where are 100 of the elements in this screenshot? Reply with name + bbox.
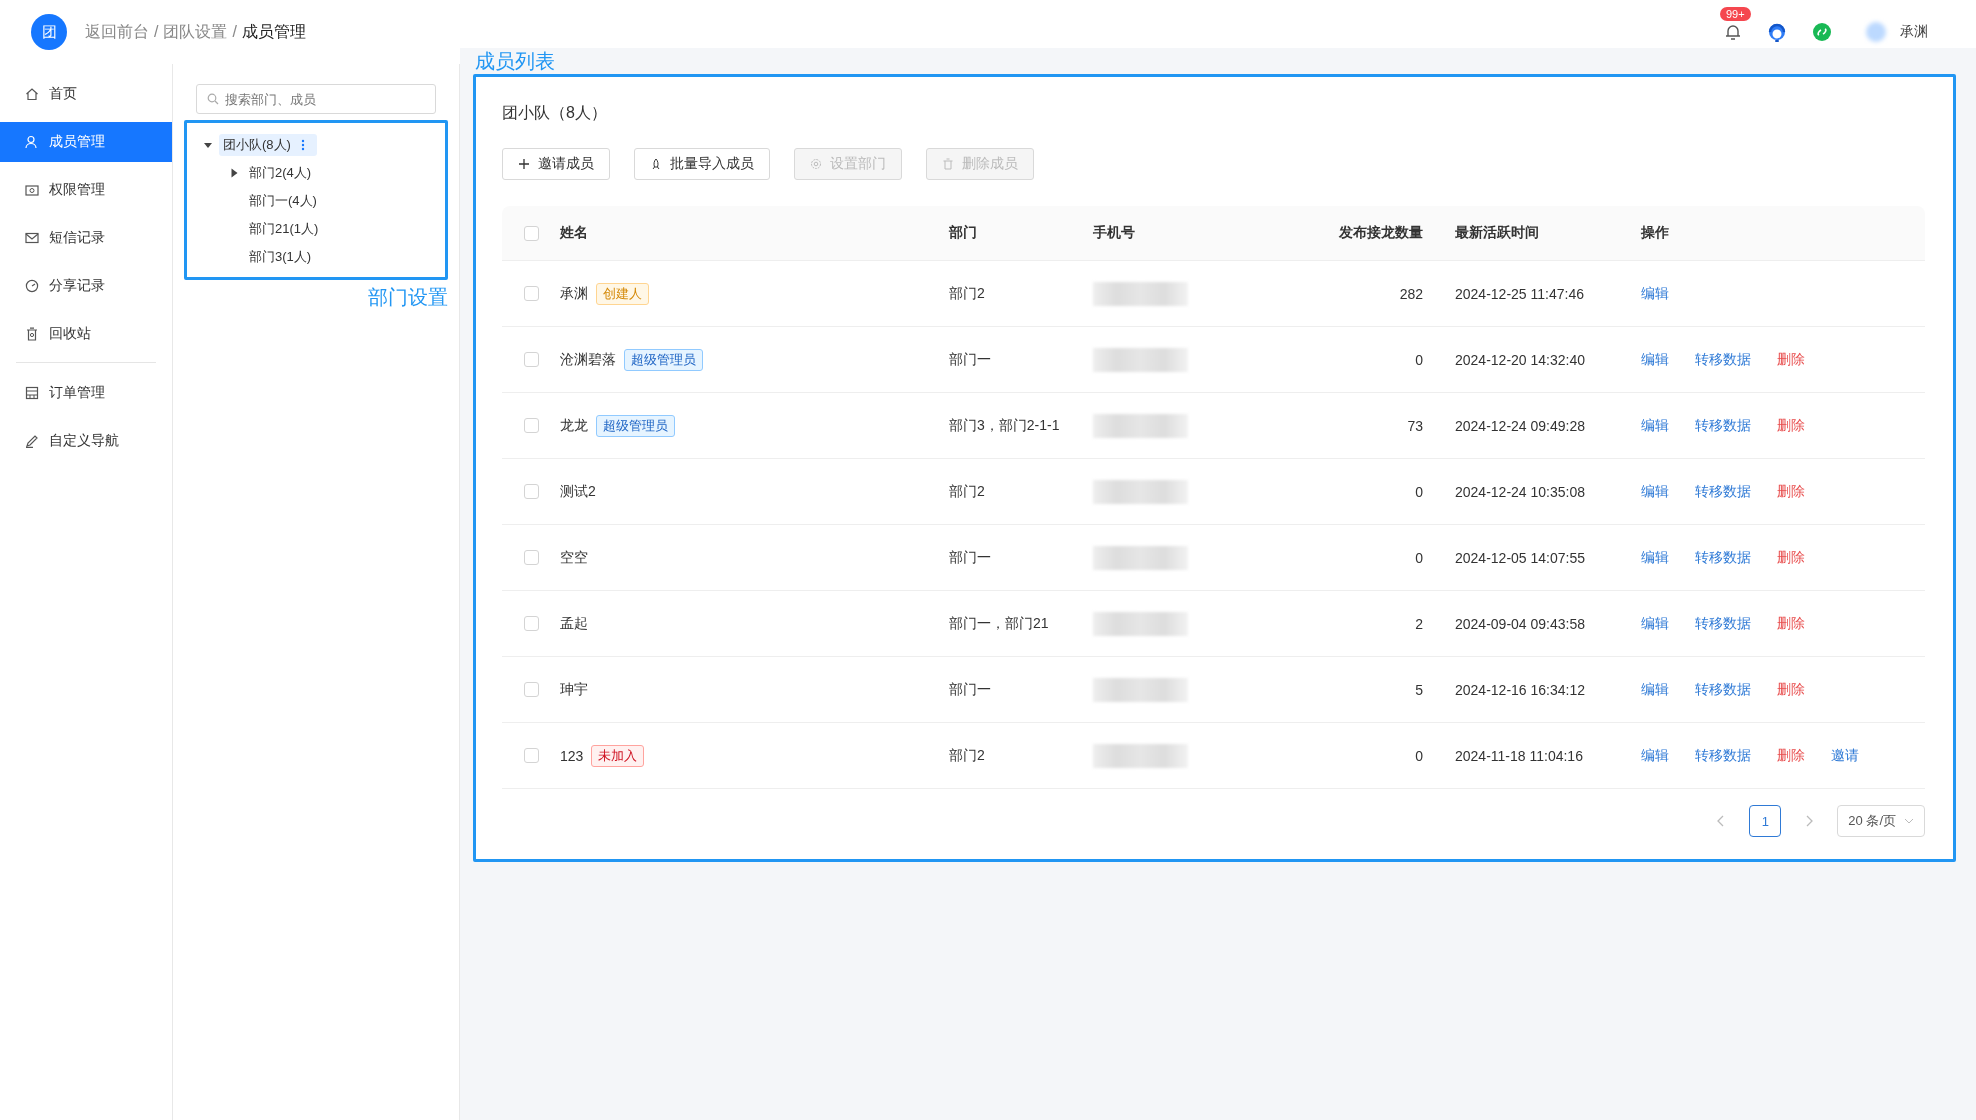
- breadcrumb-item[interactable]: 团队设置: [163, 21, 228, 43]
- action-link[interactable]: 删除: [1777, 350, 1805, 369]
- page-size-select[interactable]: 20 条/页: [1837, 805, 1925, 837]
- count-cell-text: 0: [1414, 351, 1423, 368]
- sidebar-item[interactable]: 自定义导航: [0, 421, 172, 461]
- action-link[interactable]: 删除: [1777, 614, 1805, 633]
- more-icon[interactable]: [300, 139, 305, 151]
- department-cell-text: 部门2: [949, 284, 986, 303]
- sidebar-item[interactable]: 首页: [0, 74, 172, 114]
- tree-node[interactable]: 部门一(4人): [245, 190, 321, 212]
- action-link[interactable]: 编辑: [1641, 548, 1669, 567]
- action-link[interactable]: 删除: [1777, 416, 1805, 435]
- mail-icon: [25, 231, 39, 245]
- chevron-down-icon: [1904, 818, 1914, 824]
- count-cell-text: 0: [1414, 483, 1423, 500]
- user-icon: [25, 135, 39, 149]
- prev-page-icon[interactable]: [1717, 815, 1726, 827]
- sidebar-item[interactable]: 回收站: [0, 314, 172, 354]
- pen-icon: [25, 434, 39, 448]
- member-name: 龙龙: [560, 416, 588, 435]
- column-header: 发布接龙数量: [1338, 224, 1423, 242]
- department-cell-text: 部门一，部门21: [949, 614, 1050, 633]
- action-link[interactable]: 编辑: [1641, 482, 1669, 501]
- member-name: 沧渊碧落: [560, 350, 616, 369]
- sidebar-item[interactable]: 权限管理: [0, 170, 172, 210]
- action-link[interactable]: 删除: [1777, 482, 1805, 501]
- checkbox[interactable]: [523, 225, 539, 241]
- action-link[interactable]: 编辑: [1641, 614, 1669, 633]
- search-icon: [207, 93, 219, 105]
- headset-icon[interactable]: [1766, 21, 1788, 43]
- breadcrumb-separator: /: [154, 23, 159, 41]
- caret-icon[interactable]: [229, 168, 239, 178]
- action-link[interactable]: 转移数据: [1695, 482, 1751, 501]
- time-cell-text: 2024-12-25 11:47:46: [1454, 285, 1585, 302]
- tree-node[interactable]: 部门2(4人): [245, 162, 316, 184]
- page-button[interactable]: 1: [1749, 805, 1782, 837]
- checkbox[interactable]: [523, 748, 539, 763]
- bell-icon[interactable]: [1724, 23, 1742, 41]
- time-cell-text: 2024-12-24 10:35:08: [1454, 483, 1586, 500]
- member-name: 珅宇: [560, 680, 588, 699]
- logo: 团: [31, 14, 67, 50]
- sidebar-item[interactable]: 成员管理: [0, 122, 172, 162]
- member-name: 测试2: [560, 482, 596, 501]
- time-cell-text: 2024-09-04 09:43:58: [1454, 615, 1586, 632]
- annotation-label: 部门设置: [368, 285, 448, 310]
- action-link[interactable]: 编辑: [1641, 746, 1669, 765]
- department-cell-text: 部门2: [949, 746, 986, 765]
- checkbox[interactable]: [523, 484, 539, 499]
- breadcrumb-item[interactable]: 成员管理: [241, 21, 306, 43]
- annotation-label: 成员列表: [475, 49, 556, 74]
- toolbar-button[interactable]: 批量导入成员: [634, 148, 770, 180]
- action-link[interactable]: 删除: [1777, 680, 1805, 699]
- action-link[interactable]: 转移数据: [1695, 350, 1751, 369]
- action-link[interactable]: 编辑: [1641, 680, 1669, 699]
- sidebar-item[interactable]: 分享记录: [0, 266, 172, 306]
- checkbox[interactable]: [523, 286, 539, 301]
- avatar[interactable]: [1866, 22, 1886, 42]
- action-link[interactable]: 删除: [1777, 548, 1805, 567]
- next-page-icon[interactable]: [1805, 815, 1814, 827]
- tree-node[interactable]: 团小队(8人): [219, 134, 317, 156]
- time-cell-text: 2024-12-24 09:49:28: [1454, 417, 1586, 434]
- breadcrumb-item[interactable]: 返回前台: [85, 21, 149, 43]
- toolbar-button[interactable]: 邀请成员: [502, 148, 610, 180]
- action-link[interactable]: 转移数据: [1695, 680, 1751, 699]
- count-cell-text: 282: [1398, 285, 1423, 302]
- department-cell-text: 部门一: [949, 680, 992, 699]
- checkbox[interactable]: [523, 682, 539, 697]
- action-link[interactable]: 转移数据: [1695, 746, 1751, 765]
- member-name: 承渊: [560, 284, 588, 303]
- checkbox[interactable]: [523, 616, 539, 631]
- action-link[interactable]: 删除: [1777, 746, 1805, 765]
- caret-icon[interactable]: [203, 140, 213, 150]
- count-cell-text: 0: [1414, 549, 1423, 566]
- trash-icon: [942, 158, 954, 170]
- link-icon[interactable]: [1812, 22, 1832, 42]
- action-link[interactable]: 转移数据: [1695, 614, 1751, 633]
- checkbox[interactable]: [523, 550, 539, 565]
- tree-node[interactable]: 部门21(1人): [245, 218, 323, 240]
- trash-icon: [25, 327, 39, 341]
- action-link[interactable]: 编辑: [1641, 416, 1669, 435]
- action-link[interactable]: 编辑: [1641, 284, 1669, 303]
- user-name[interactable]: 承渊: [1900, 23, 1928, 41]
- action-link[interactable]: 转移数据: [1695, 548, 1751, 567]
- role-tag: 超级管理员: [596, 414, 675, 437]
- checkbox[interactable]: [523, 418, 539, 433]
- role-tag: 未加入: [591, 744, 645, 767]
- action-link[interactable]: 邀请: [1831, 746, 1859, 765]
- action-link[interactable]: 编辑: [1641, 350, 1669, 369]
- checkbox[interactable]: [523, 352, 539, 367]
- department-cell-text: 部门一: [949, 350, 992, 369]
- action-link[interactable]: 转移数据: [1695, 416, 1751, 435]
- sidebar-item[interactable]: 短信记录: [0, 218, 172, 258]
- sidebar-item[interactable]: 订单管理: [0, 373, 172, 413]
- tree-node[interactable]: 部门3(1人): [245, 246, 316, 268]
- search-field[interactable]: 搜索部门、成员: [196, 84, 436, 114]
- time-cell-text: 2024-12-20 14:32:40: [1454, 351, 1586, 368]
- time-cell-text: 2024-12-16 16:34:12: [1454, 681, 1586, 698]
- count-cell-text: 2: [1414, 615, 1423, 632]
- column-header: 操作: [1641, 224, 1670, 242]
- gauge-icon: [25, 279, 39, 293]
